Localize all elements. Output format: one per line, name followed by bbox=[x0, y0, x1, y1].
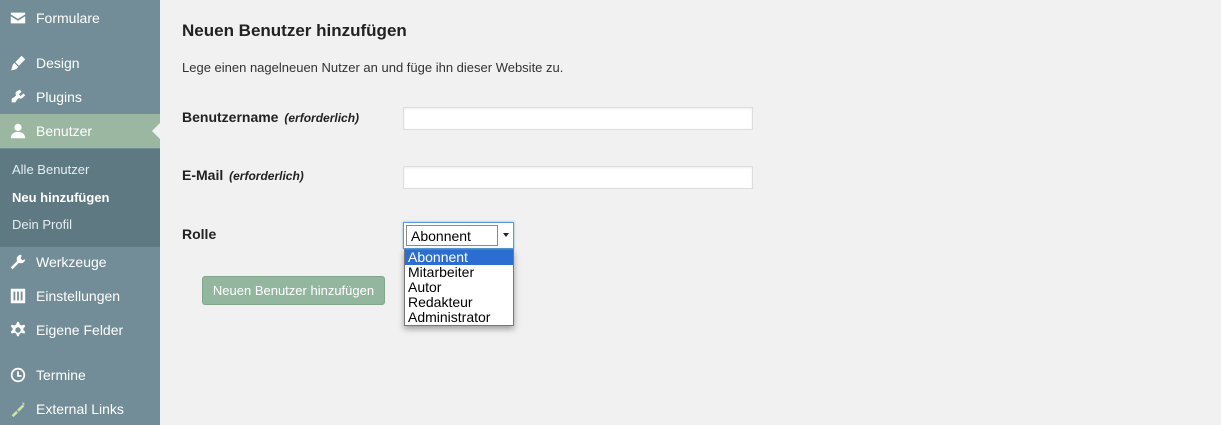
role-label: Rolle bbox=[182, 226, 217, 242]
menu-item-label: Werkzeuge bbox=[36, 254, 107, 270]
role-select-value: Abonnent bbox=[406, 225, 498, 246]
gear-icon bbox=[8, 320, 28, 340]
menu-item-werkzeuge[interactable]: Werkzeuge bbox=[0, 245, 160, 279]
submenu-item-dein-profil[interactable]: Dein Profil bbox=[12, 217, 72, 232]
menu-item-eigene-felder[interactable]: Eigene Felder bbox=[0, 313, 160, 347]
required-hint: (erforderlich) bbox=[284, 111, 360, 125]
role-option-mitarbeiter[interactable]: Mitarbeiter bbox=[405, 265, 513, 280]
role-select[interactable]: Abonnent bbox=[403, 222, 514, 249]
menu-item-label: Einstellungen bbox=[36, 288, 121, 304]
role-option-autor[interactable]: Autor bbox=[405, 280, 513, 295]
menu-item-formulare[interactable]: Formulare bbox=[0, 1, 160, 35]
required-hint: (erforderlich) bbox=[229, 169, 304, 183]
mail-icon bbox=[8, 8, 28, 28]
brush-icon bbox=[8, 53, 28, 73]
username-label-text: Benutzername bbox=[182, 109, 279, 125]
benutzer-submenu: Alle Benutzer Neu hinzufügen Dein Profil bbox=[0, 149, 160, 247]
clock-icon bbox=[8, 365, 28, 385]
menu-item-design[interactable]: Design bbox=[0, 46, 160, 80]
menu-item-einstellungen[interactable]: Einstellungen bbox=[0, 279, 160, 313]
role-dropdown-list: Abonnent Mitarbeiter Autor Redakteur Adm… bbox=[404, 249, 514, 326]
sliders-icon bbox=[8, 286, 28, 306]
menu-item-benutzer[interactable]: Benutzer bbox=[0, 114, 160, 148]
menu-item-plugins[interactable]: Plugins bbox=[0, 80, 160, 114]
menu-item-label: Benutzer bbox=[36, 123, 93, 139]
menu-item-termine[interactable]: Termine bbox=[0, 358, 160, 392]
email-label: E-Mail (erforderlich) bbox=[182, 167, 304, 183]
admin-sidebar: Formulare Design Plugins Benutzer Alle B… bbox=[0, 0, 160, 425]
menu-item-label: Termine bbox=[36, 367, 86, 383]
username-input[interactable] bbox=[403, 107, 753, 130]
page-description: Lege einen nagelneuen Nutzer an und füge… bbox=[182, 60, 564, 75]
submenu-item-neu-hinzufuegen[interactable]: Neu hinzufügen bbox=[12, 190, 110, 205]
submenu-item-alle-benutzer[interactable]: Alle Benutzer bbox=[12, 162, 89, 177]
menu-item-label: Formulare bbox=[36, 10, 100, 26]
role-option-administrator[interactable]: Administrator bbox=[405, 310, 513, 325]
role-option-redakteur[interactable]: Redakteur bbox=[405, 295, 513, 310]
email-label-text: E-Mail bbox=[182, 167, 224, 183]
menu-item-label: Eigene Felder bbox=[36, 322, 124, 338]
username-label: Benutzername (erforderlich) bbox=[182, 109, 359, 125]
email-input[interactable] bbox=[403, 166, 753, 189]
user-icon bbox=[8, 121, 28, 141]
menu-item-label: Design bbox=[36, 55, 80, 71]
plugin-icon bbox=[8, 87, 28, 107]
wrench-icon bbox=[8, 252, 28, 272]
menu-item-external-links[interactable]: External Links bbox=[0, 392, 160, 425]
menu-item-label: External Links bbox=[36, 401, 124, 417]
link-icon bbox=[8, 399, 28, 419]
menu-item-label: Plugins bbox=[36, 89, 82, 105]
chevron-down-icon bbox=[503, 233, 509, 237]
role-option-abonnent[interactable]: Abonnent bbox=[405, 250, 513, 265]
page-title: Neuen Benutzer hinzufügen bbox=[182, 21, 407, 40]
add-user-button[interactable]: Neuen Benutzer hinzufügen bbox=[202, 276, 385, 305]
